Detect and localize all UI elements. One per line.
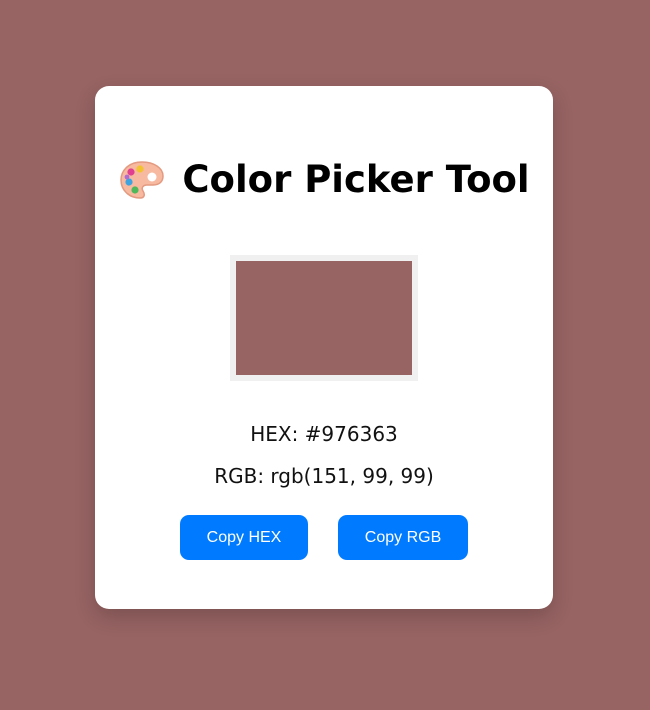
copy-hex-button[interactable]: Copy HEX xyxy=(180,515,308,560)
color-picker-card: Color Picker Tool HEX: #976363 RGB: rgb(… xyxy=(95,86,553,609)
copy-rgb-button[interactable]: Copy RGB xyxy=(338,515,468,560)
page-title: Color Picker Tool xyxy=(182,158,530,201)
rgb-value: RGB: rgb(151, 99, 99) xyxy=(214,464,434,488)
hex-value: HEX: #976363 xyxy=(250,422,398,446)
color-swatch xyxy=(230,255,418,381)
artist-palette-icon xyxy=(118,159,166,201)
title-row: Color Picker Tool xyxy=(95,158,553,202)
